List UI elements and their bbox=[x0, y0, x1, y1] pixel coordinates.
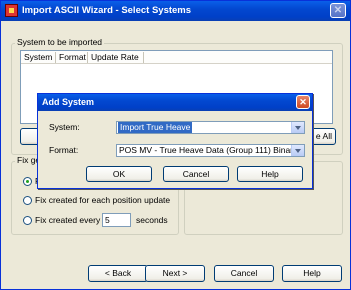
fix-interval-input[interactable]: 5 bbox=[102, 213, 131, 227]
dialog-title: Add System bbox=[42, 97, 95, 107]
cancel-button[interactable]: Cancel bbox=[214, 265, 274, 282]
next-button[interactable]: Next > bbox=[145, 265, 205, 282]
ok-button[interactable]: OK bbox=[86, 166, 152, 182]
close-icon[interactable]: ✕ bbox=[330, 3, 346, 18]
dialog-close-icon[interactable]: ✕ bbox=[296, 95, 310, 109]
add-system-dialog: Add System ✕ System: Import True Heave F… bbox=[37, 93, 313, 189]
help-button-label: Help bbox=[303, 268, 321, 278]
system-select[interactable]: Import True Heave bbox=[116, 121, 305, 134]
wizard-titlebar[interactable]: Import ASCII Wizard - Select Systems ✕ bbox=[1, 1, 350, 21]
chevron-down-icon[interactable] bbox=[291, 145, 304, 156]
fix-option-1-radio[interactable] bbox=[23, 177, 32, 186]
fix-each-update-radio[interactable] bbox=[23, 196, 32, 205]
fix-interval-unit: seconds bbox=[136, 215, 168, 225]
app-icon bbox=[5, 4, 18, 17]
fix-each-update-label: Fix created for each position update bbox=[35, 195, 171, 205]
fix-interval-radio[interactable] bbox=[23, 216, 32, 225]
system-label: System: bbox=[49, 122, 80, 132]
wizard-title: Import ASCII Wizard - Select Systems bbox=[22, 5, 192, 16]
format-label: Format: bbox=[49, 145, 79, 155]
format-select[interactable]: POS MV - True Heave Data (Group 111) Bin… bbox=[116, 144, 305, 157]
system-select-value: Import True Heave bbox=[118, 122, 193, 133]
format-select-value: POS MV - True Heave Data (Group 111) Bin… bbox=[119, 145, 298, 155]
dialog-help-button-label: Help bbox=[261, 169, 279, 179]
dialog-titlebar[interactable]: Add System ✕ bbox=[38, 94, 312, 111]
dialog-help-button[interactable]: Help bbox=[237, 166, 303, 182]
systems-group-label: System to be imported bbox=[15, 37, 105, 47]
help-button[interactable]: Help bbox=[282, 265, 342, 282]
column-format[interactable]: Format bbox=[59, 52, 86, 62]
dialog-cancel-button[interactable]: Cancel bbox=[163, 166, 229, 182]
back-button[interactable]: < Back bbox=[88, 265, 148, 282]
chevron-down-icon[interactable] bbox=[291, 122, 304, 133]
fix-interval-label: Fix created every bbox=[35, 215, 101, 225]
back-button-label: < Back bbox=[104, 268, 132, 278]
ok-button-label: OK bbox=[112, 169, 126, 179]
systems-list-header: System Format Update Rate bbox=[21, 51, 332, 64]
column-system[interactable]: System bbox=[24, 52, 52, 62]
cancel-button-label: Cancel bbox=[230, 268, 258, 278]
column-update-rate[interactable]: Update Rate bbox=[91, 52, 139, 62]
next-button-label: Next > bbox=[162, 268, 188, 278]
dialog-cancel-button-label: Cancel bbox=[182, 169, 210, 179]
